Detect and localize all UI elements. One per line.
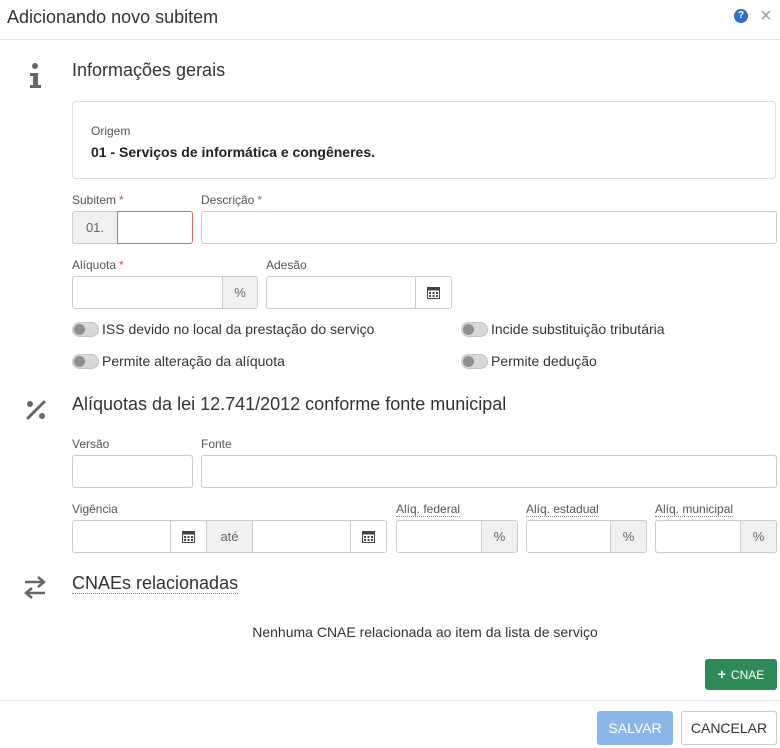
vigencia-start-input[interactable] — [72, 520, 171, 553]
footer-divider — [0, 700, 780, 701]
dialog-header: Adicionando novo subitem ? × — [0, 0, 780, 40]
toggle-alteracao-aliquota[interactable] — [72, 354, 99, 369]
adesao-date-input[interactable] — [266, 276, 416, 309]
toggle-deducao[interactable] — [461, 354, 488, 369]
toggle-substituicao[interactable] — [461, 322, 488, 337]
origin-value: 01 - Serviços de informática e congênere… — [91, 144, 376, 160]
cancel-button[interactable]: CANCELAR — [681, 711, 777, 745]
fonte-label: Fonte — [201, 437, 232, 451]
help-icon[interactable]: ? — [734, 9, 748, 23]
versao-label: Versão — [72, 437, 110, 451]
exchange-arrows-icon — [22, 574, 48, 605]
add-cnae-button[interactable]: + CNAE — [705, 659, 777, 690]
aliq-estadual-input[interactable] — [526, 520, 611, 553]
vigencia-label: Vigência — [72, 502, 118, 516]
aliq-federal-label: Alíq. federal — [396, 502, 461, 517]
subitem-input[interactable] — [117, 211, 193, 244]
aliq-estadual-label: Alíq. estadual — [526, 502, 599, 517]
fonte-input[interactable] — [201, 455, 777, 488]
adesao-label: Adesão — [266, 258, 307, 272]
info-icon — [27, 62, 43, 95]
aliq-federal-input[interactable] — [396, 520, 482, 553]
vigencia-ate-addon: até — [206, 520, 253, 553]
origin-label: Origem — [91, 124, 131, 138]
cnae-empty-message: Nenhuma CNAE relacionada ao item da list… — [252, 624, 598, 640]
description-input[interactable] — [201, 211, 777, 244]
section-title-rates: Alíquotas da lei 12.741/2012 conforme fo… — [72, 394, 507, 414]
aliq-estadual-percent-addon: % — [610, 520, 647, 553]
aliq-federal-percent-addon: % — [481, 520, 518, 553]
toggle-label-substituicao: Incide substituição tributária — [491, 321, 665, 337]
add-cnae-label: CNAE — [730, 668, 765, 682]
required-marker: * — [119, 258, 124, 272]
origin-panel: Origem 01 - Serviços de informática e co… — [72, 101, 776, 179]
subitem-prefix: 01. — [72, 211, 118, 244]
calendar-icon[interactable] — [170, 520, 207, 553]
aliquota-input[interactable] — [72, 276, 223, 309]
percent-icon — [24, 398, 48, 427]
save-button[interactable]: SALVAR — [597, 711, 673, 745]
plus-icon: + — [717, 666, 726, 682]
calendar-icon[interactable] — [415, 276, 452, 309]
section-title-cnae: CNAEs relacionadas — [72, 573, 239, 594]
aliq-municipal-input[interactable] — [655, 520, 741, 553]
close-icon[interactable]: × — [760, 6, 772, 26]
required-marker: * — [257, 193, 263, 207]
vigencia-end-input[interactable] — [252, 520, 351, 553]
section-title-general: Informações gerais — [72, 60, 226, 80]
calendar-icon[interactable] — [350, 520, 387, 553]
aliquota-percent-addon: % — [222, 276, 258, 309]
dialog-title: Adicionando novo subitem — [7, 7, 219, 27]
toggle-label-alteracao-aliquota: Permite alteração da alíquota — [102, 353, 285, 369]
aliq-municipal-percent-addon: % — [740, 520, 777, 553]
aliquota-label: Alíquota * — [72, 258, 124, 272]
toggle-iss-local[interactable] — [72, 322, 99, 337]
aliq-municipal-label: Alíq. municipal — [655, 502, 734, 517]
subitem-label: Subitem * — [72, 193, 124, 207]
toggle-label-iss-local: ISS devido no local da prestação do serv… — [102, 321, 375, 337]
description-label: Descrição * — [201, 193, 263, 207]
toggle-label-deducao: Permite dedução — [491, 353, 597, 369]
required-marker: * — [119, 193, 124, 207]
versao-input[interactable] — [72, 455, 193, 488]
